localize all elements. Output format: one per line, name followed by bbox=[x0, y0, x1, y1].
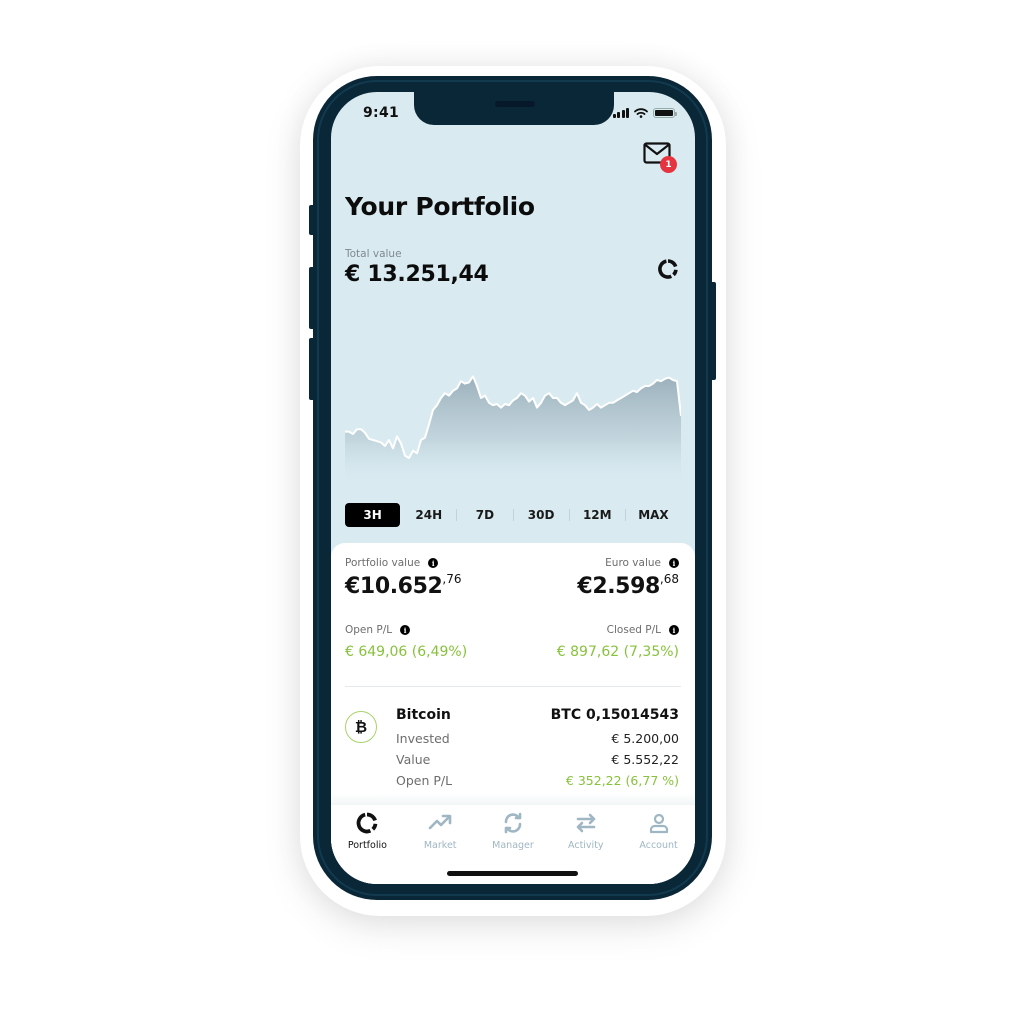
euro-value-label: Euro value i bbox=[605, 557, 679, 569]
range-tab-30d[interactable]: 30D bbox=[514, 503, 569, 527]
closed-pl-value: € 897,62 (7,35%) bbox=[556, 644, 679, 660]
app-screen: 9:41 1 Your Portfolio Total value € 13.2… bbox=[331, 92, 695, 884]
open-pl-row-label: Open P/L bbox=[396, 773, 453, 788]
notch bbox=[414, 92, 614, 125]
donut-chart-icon bbox=[357, 812, 378, 834]
divider bbox=[345, 686, 681, 687]
info-icon[interactable]: i bbox=[669, 625, 679, 635]
total-value-label: Total value bbox=[345, 248, 402, 260]
range-tab-24h[interactable]: 24H bbox=[401, 503, 456, 527]
tab-account[interactable]: Account bbox=[622, 805, 695, 884]
open-pl-value: € 649,06 (6,49%) bbox=[345, 644, 468, 660]
wifi-icon bbox=[634, 108, 648, 118]
home-indicator[interactable] bbox=[447, 871, 578, 876]
holding-name: Bitcoin bbox=[396, 707, 451, 723]
invested-label: Invested bbox=[396, 731, 450, 746]
range-tab-max[interactable]: MAX bbox=[626, 503, 681, 527]
closed-pl-label: Closed P/L i bbox=[607, 624, 679, 636]
tab-portfolio[interactable]: Portfolio bbox=[331, 805, 404, 884]
info-icon[interactable]: i bbox=[400, 625, 411, 635]
range-tab-3h[interactable]: 3H bbox=[345, 503, 401, 527]
battery-icon bbox=[653, 108, 677, 118]
value-value: € 5.552,22 bbox=[611, 752, 679, 767]
open-pl-label: Open P/L i bbox=[345, 624, 411, 636]
page-title: Your Portfolio bbox=[345, 192, 535, 221]
holding-amount: BTC 0,15014543 bbox=[550, 707, 679, 723]
info-icon[interactable]: i bbox=[669, 558, 679, 568]
bitcoin-icon: ₿ bbox=[345, 711, 377, 743]
total-value: € 13.251,44 bbox=[345, 262, 489, 287]
speaker bbox=[495, 101, 535, 107]
signal-icon bbox=[612, 108, 629, 118]
range-tab-7d[interactable]: 7D bbox=[457, 503, 512, 527]
portfolio-value-label: Portfolio value i bbox=[345, 557, 439, 569]
open-pl-row-value: € 352,22 (6,77 %) bbox=[565, 773, 679, 788]
euro-value: €2.598,68 bbox=[577, 572, 679, 599]
invested-value: € 5.200,00 bbox=[611, 731, 679, 746]
portfolio-value: €10.652,76 bbox=[345, 572, 462, 599]
user-icon bbox=[649, 813, 668, 834]
trending-up-icon bbox=[428, 814, 452, 830]
donut-chart-icon[interactable] bbox=[657, 258, 679, 280]
status-time: 9:41 bbox=[363, 105, 400, 121]
time-range-tabs: 3H 24H 7D 30D 12M MAX bbox=[345, 503, 681, 527]
swap-arrows-icon bbox=[576, 813, 596, 833]
value-label: Value bbox=[396, 752, 431, 767]
notification-badge: 1 bbox=[660, 156, 677, 173]
info-icon[interactable]: i bbox=[428, 558, 439, 568]
portfolio-chart bbox=[345, 375, 681, 482]
status-icons bbox=[612, 108, 677, 118]
scroll-fade bbox=[331, 793, 695, 805]
refresh-icon bbox=[504, 812, 522, 834]
range-tab-12m[interactable]: 12M bbox=[570, 503, 625, 527]
